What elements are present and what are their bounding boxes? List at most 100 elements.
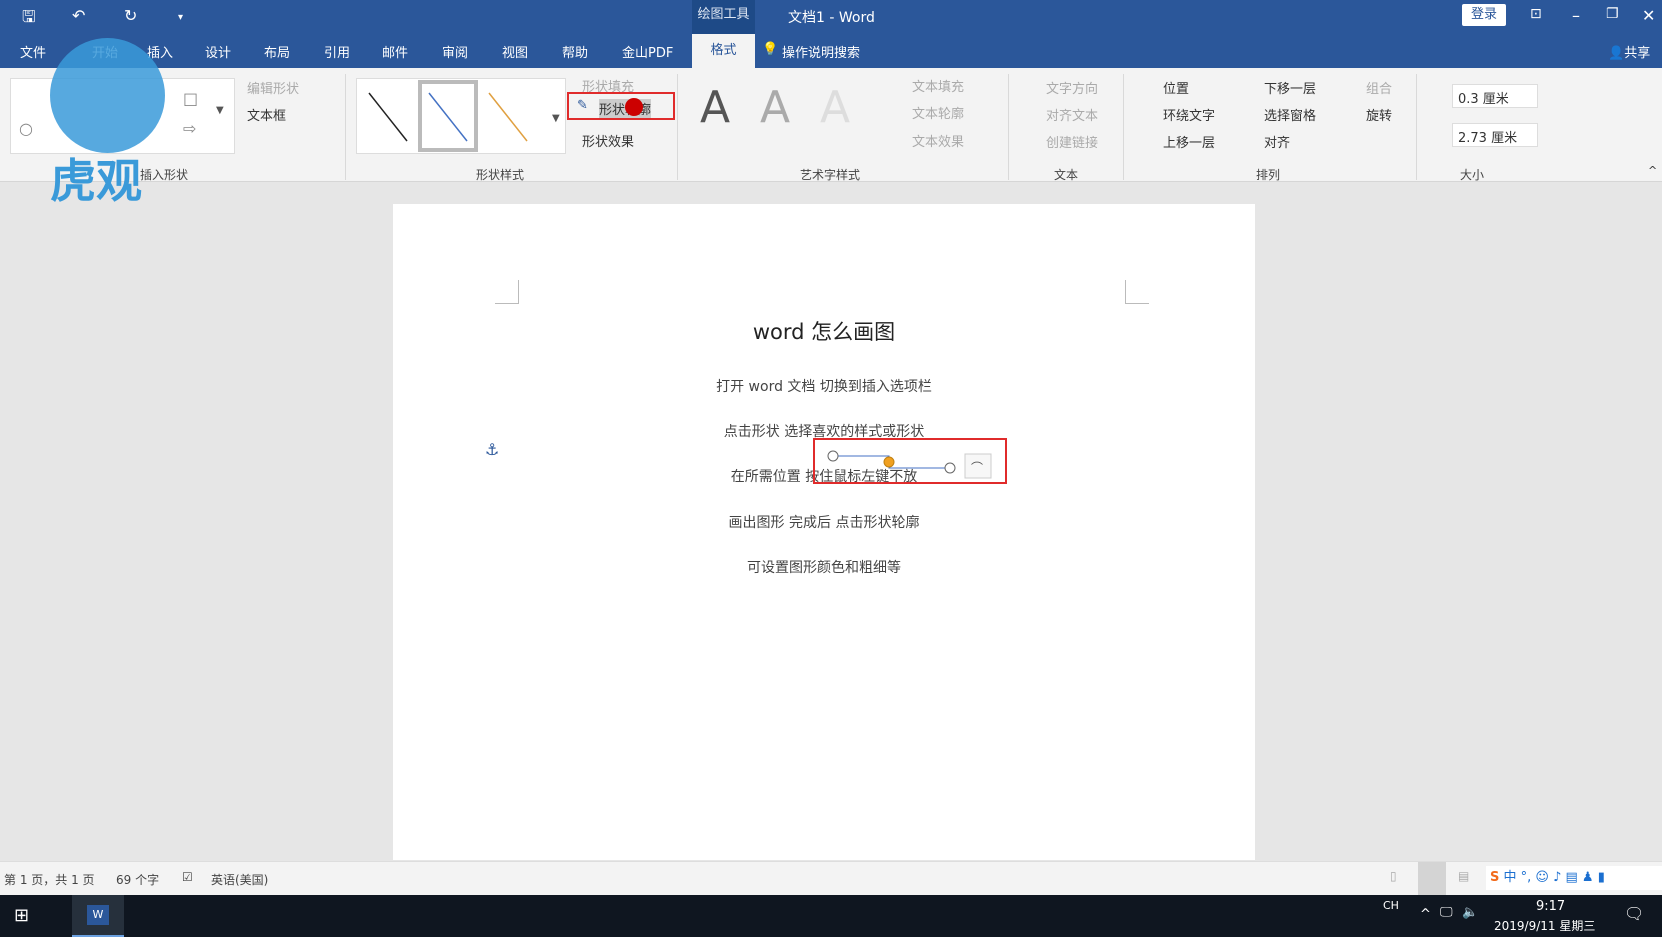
- shape-effects-button[interactable]: 形状效果: [582, 131, 634, 150]
- wordart-style-2[interactable]: A: [760, 82, 790, 133]
- login-button[interactable]: 登录: [1462, 4, 1506, 26]
- send-backward-button[interactable]: 下移一层: [1264, 78, 1316, 97]
- group-label-text: 文本: [1054, 168, 1079, 182]
- person-icon: 👤: [1608, 46, 1625, 61]
- watermark-logo: 虎观: [50, 38, 170, 218]
- status-bar: 第 1 页，共 1 页 69 个字 ☑ 英语(美国) ▯ ▤ S 中 °, ☺ …: [0, 861, 1662, 895]
- minimize-button[interactable]: –: [1572, 6, 1580, 25]
- ribbon-tabs: 文件 开始 插入 设计 布局 引用 邮件 审阅 视图 帮助 金山PDF 💡 操作…: [0, 34, 1662, 68]
- align-button[interactable]: 对齐: [1264, 132, 1290, 151]
- drawn-elbow-connector[interactable]: ⌒: [813, 438, 1007, 484]
- textbox-button[interactable]: 文本框: [247, 105, 286, 124]
- anchor-icon: ⚓: [485, 440, 500, 459]
- notification-icon[interactable]: 🗨: [1624, 904, 1644, 923]
- tray-expand-icon[interactable]: ^: [1420, 907, 1431, 922]
- share-label: 共享: [1624, 46, 1651, 61]
- group-label-arrange: 排列: [1256, 168, 1281, 182]
- selection-pane-button[interactable]: 选择窗格: [1264, 105, 1316, 124]
- paragraph: 打开 word 文档 切换到插入选项栏: [716, 379, 932, 395]
- paragraph: 可设置图形颜色和粗细等: [747, 560, 901, 576]
- divider: [1123, 74, 1124, 180]
- group-button[interactable]: 组合: [1366, 78, 1392, 97]
- tab-file[interactable]: 文件: [20, 42, 46, 61]
- clock-time[interactable]: 9:17: [1536, 899, 1565, 914]
- window-title: 文档1 - Word: [788, 10, 875, 26]
- margin-mark: [1125, 280, 1149, 304]
- shape-outline-button[interactable]: ✎ 形状轮廓: [567, 92, 675, 120]
- taskbar-word-app[interactable]: W: [72, 895, 124, 937]
- network-icon[interactable]: 🖵: [1440, 905, 1453, 920]
- align-text-button[interactable]: 对齐文本: [1046, 105, 1098, 124]
- lightbulb-icon: 💡: [762, 42, 779, 57]
- pen-icon: ✎: [577, 98, 588, 113]
- volume-icon[interactable]: 🔈: [1462, 905, 1478, 920]
- svg-text:▼: ▼: [552, 113, 560, 124]
- tab-layout[interactable]: 布局: [264, 42, 290, 61]
- clock-date[interactable]: 2019/9/11 星期三: [1494, 917, 1595, 934]
- start-button[interactable]: ⊞: [14, 905, 29, 926]
- arrow-shape-icon[interactable]: ⇨: [183, 119, 196, 138]
- redo-icon[interactable]: ↻: [124, 6, 137, 25]
- tab-kingsoft-pdf[interactable]: 金山PDF: [622, 42, 673, 61]
- word-icon: W: [87, 905, 109, 925]
- tab-review[interactable]: 审阅: [442, 42, 468, 61]
- close-button[interactable]: ✕: [1642, 6, 1655, 25]
- text-outline-button[interactable]: 文本轮廓: [912, 103, 964, 122]
- margin-mark: [495, 280, 519, 304]
- divider: [677, 74, 678, 180]
- wordart-style-3[interactable]: A: [820, 82, 850, 133]
- tab-format[interactable]: 格式: [692, 34, 755, 68]
- shape-height-input[interactable]: 0.3 厘米: [1452, 84, 1538, 108]
- tab-mailings[interactable]: 邮件: [382, 42, 408, 61]
- wordart-style-1[interactable]: A: [700, 82, 730, 133]
- undo-icon[interactable]: ↶: [72, 6, 85, 25]
- paragraph: 画出图形 完成后 点击形状轮廓: [728, 515, 920, 531]
- divider: [1008, 74, 1009, 180]
- word-count[interactable]: 69 个字: [116, 871, 159, 888]
- line-style-previews[interactable]: ▼: [357, 79, 567, 155]
- svg-text:⌒: ⌒: [971, 461, 983, 475]
- create-link-button[interactable]: 创建链接: [1046, 132, 1098, 151]
- page-count[interactable]: 第 1 页，共 1 页: [4, 871, 95, 888]
- tab-help[interactable]: 帮助: [562, 42, 588, 61]
- document-page[interactable]: word 怎么画图 打开 word 文档 切换到插入选项栏 点击形状 选择喜欢的…: [393, 204, 1255, 860]
- group-label-shape-styles: 形状样式: [476, 168, 525, 182]
- text-direction-button[interactable]: 文字方向: [1046, 78, 1098, 97]
- text-effects-button[interactable]: 文本效果: [912, 131, 964, 150]
- oval-shape-icon[interactable]: ○: [19, 119, 33, 138]
- taskbar: ⊞ W CH ^ 🖵 🔈 9:17 2019/9/11 星期三 🗨: [0, 895, 1662, 937]
- ribbon: ○ □ ⇨ ▼ 编辑形状 文本框 插入形状 ▼ 形状填充 ✎ 形状轮廓 形状效果…: [0, 68, 1662, 182]
- wordart-gallery[interactable]: A A A: [688, 78, 873, 144]
- print-layout-icon[interactable]: [1418, 862, 1446, 895]
- position-button[interactable]: 位置: [1163, 78, 1189, 97]
- language[interactable]: 英语(美国): [211, 871, 268, 888]
- ribbon-display-icon[interactable]: ⊡: [1530, 6, 1542, 22]
- restore-button[interactable]: ❐: [1606, 6, 1619, 22]
- shape-width-input[interactable]: 2.73 厘米: [1452, 123, 1538, 147]
- group-label-wordart: 艺术字样式: [800, 168, 861, 182]
- text-fill-button[interactable]: 文本填充: [912, 76, 964, 95]
- wrap-text-button[interactable]: 环绕文字: [1163, 105, 1215, 124]
- rectangle-shape-icon[interactable]: □: [183, 89, 198, 108]
- shape-styles-gallery[interactable]: ▼: [356, 78, 566, 154]
- rotate-button[interactable]: 旋转: [1366, 105, 1392, 124]
- read-mode-icon[interactable]: ▯: [1390, 869, 1397, 883]
- proofing-icon[interactable]: ☑: [182, 870, 193, 884]
- divider: [1416, 74, 1417, 180]
- bring-forward-button[interactable]: 上移一层: [1163, 132, 1215, 151]
- gallery-more-icon[interactable]: ▼: [216, 105, 224, 116]
- save-icon[interactable]: 🖫: [22, 6, 36, 33]
- title-bar: 🖫 ↶ ↻ ▾ 文档1 - Word 登录 ⊡ – ❐ ✕: [0, 0, 1662, 34]
- tab-references[interactable]: 引用: [324, 42, 350, 61]
- input-language[interactable]: CH: [1383, 899, 1399, 912]
- tell-me-search[interactable]: 操作说明搜索: [782, 42, 860, 61]
- tab-view[interactable]: 视图: [502, 42, 528, 61]
- collapse-ribbon-icon[interactable]: ^: [1648, 164, 1657, 177]
- sogou-ime-toolbar[interactable]: S 中 °, ☺ ♪ ▤ ♟ ▮: [1486, 866, 1662, 890]
- edit-shape-button[interactable]: 编辑形状: [247, 78, 299, 97]
- divider: [345, 74, 346, 180]
- tab-design[interactable]: 设计: [205, 42, 231, 61]
- customize-qat-icon[interactable]: ▾: [178, 12, 183, 23]
- web-layout-icon[interactable]: ▤: [1458, 869, 1469, 883]
- share-button[interactable]: 👤共享: [1608, 42, 1650, 61]
